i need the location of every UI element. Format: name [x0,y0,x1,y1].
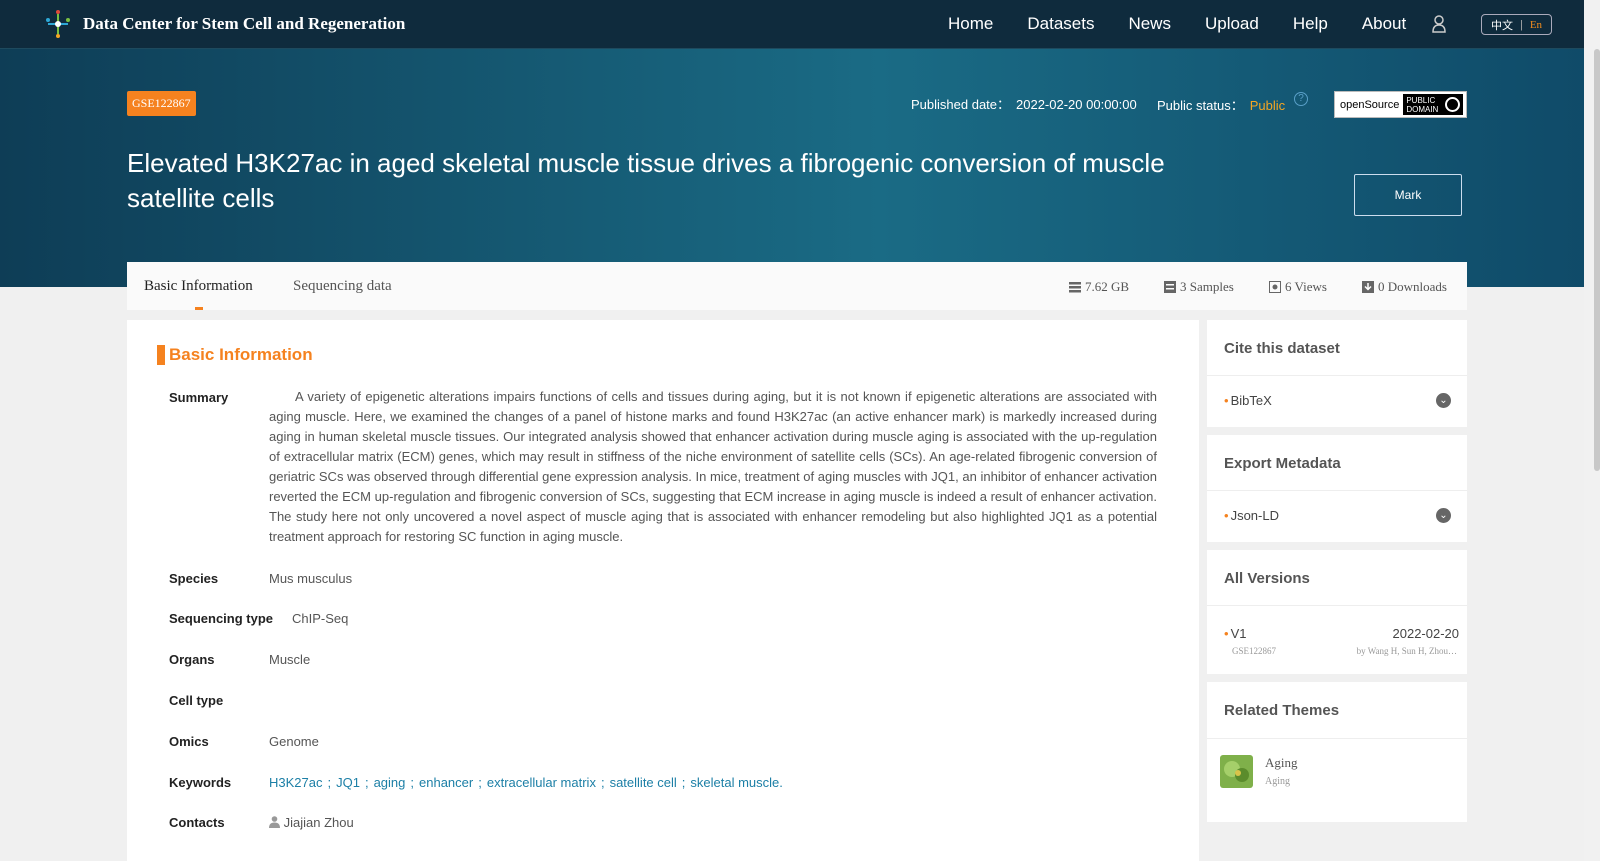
contacts-label: Contacts [169,815,225,830]
user-icon[interactable] [1432,15,1446,33]
help-icon[interactable]: ? [1294,92,1308,106]
published-label: Published date： [911,97,1011,112]
version-name: V1 [1230,626,1247,641]
keyword-link[interactable]: JQ1 [336,775,360,790]
version-accession: GSE122867 [1232,646,1277,656]
lang-separator: | [1519,18,1523,31]
dataset-title: Elevated H3K27ac in aged skeletal muscle… [127,148,1165,213]
lang-en[interactable]: En [1530,19,1542,31]
theme-title[interactable]: Aging [1265,755,1298,771]
version-item[interactable]: • V1 2022-02-20 GSE122867 by Wang H, Sun … [1207,606,1467,672]
species-label: Species [169,571,219,586]
public-domain-icon: PUBLIC DOMAIN [1403,94,1464,115]
chevron-down-icon[interactable]: ⌄ [1436,393,1451,408]
nav-datasets[interactable]: Datasets [1027,14,1094,34]
chevron-down-icon[interactable]: ⌄ [1436,508,1451,523]
public-status: Public status： Public [1157,95,1285,114]
status-label: Public status： [1157,98,1244,113]
keyword-link[interactable]: satellite cell [610,775,677,790]
summary-label: Summary [169,390,229,405]
bibtex-item[interactable]: • BibTeX ⌄ [1207,376,1467,426]
stat-downloads: 0 Downloads [1362,279,1447,295]
related-themes-card: Related Themes Aging Aging [1207,682,1467,822]
nav-about[interactable]: About [1362,14,1406,34]
opensource-label: openSource [1340,98,1400,111]
storage-icon [1069,282,1081,293]
basic-information-panel: Basic Information Summary A variety of e… [127,320,1199,861]
summary-text: A variety of epigenetic alterations impa… [269,389,1157,544]
download-icon [1362,281,1374,293]
site-logo-icon[interactable] [42,8,74,40]
cite-heading: Cite this dataset [1207,320,1467,376]
accession-badge: GSE122867 [127,91,196,116]
contact-value: Jiajian Zhou [269,815,354,830]
mark-button[interactable]: Mark [1354,174,1462,216]
lang-zh[interactable]: 中文 [1491,17,1513,33]
status-value: Public [1249,98,1286,113]
sequencing-type-label: Sequencing type [169,611,274,626]
section-heading: Basic Information [157,345,313,365]
omics-label: Omics [169,734,209,749]
species-value: Mus musculus [269,571,353,586]
export-heading: Export Metadata [1207,435,1467,491]
cell-type-label: Cell type [169,693,224,708]
cite-dataset-card: Cite this dataset • BibTeX ⌄ [1207,320,1467,427]
scrollbar-thumb[interactable] [1594,49,1600,471]
versions-heading: All Versions [1207,550,1467,606]
top-navbar: Data Center for Stem Cell and Regenerati… [0,0,1600,49]
views-icon [1269,281,1281,293]
organs-label: Organs [169,652,215,667]
sequencing-type-value: ChIP-Seq [292,611,349,626]
version-date: 2022-02-20 [1392,626,1460,641]
keyword-link[interactable]: enhancer [419,775,473,790]
themes-heading: Related Themes [1207,682,1467,739]
site-brand[interactable]: Data Center for Stem Cell and Regenerati… [83,14,405,34]
keyword-link[interactable]: aging [374,775,406,790]
language-switcher[interactable]: 中文 | En [1481,14,1552,35]
keyword-link[interactable]: extracellular matrix [487,775,596,790]
nav-home[interactable]: Home [948,14,993,34]
stat-size: 7.62 GB [1069,279,1129,295]
theme-item[interactable]: Aging Aging [1207,739,1467,822]
published-value: 2022-02-20 00:00:00 [1016,97,1137,112]
json-ld-item[interactable]: • Json-LD ⌄ [1207,491,1467,541]
export-metadata-card: Export Metadata • Json-LD ⌄ [1207,435,1467,542]
active-tab-indicator [195,307,203,310]
published-date: Published date： 2022-02-20 00:00:00 [911,94,1137,113]
opensource-license-badge[interactable]: openSource PUBLIC DOMAIN [1334,91,1467,118]
person-icon [269,816,280,828]
keywords-label: Keywords [169,775,232,790]
nav-upload[interactable]: Upload [1205,14,1259,34]
stat-samples: 3 Samples [1164,279,1234,295]
heading-accent-bar [157,345,165,365]
aging-theme-thumbnail[interactable] [1220,755,1253,788]
organs-value: Muscle [269,652,311,667]
keywords-list: H3K27ac; JQ1; aging; enhancer; extracellular… [269,775,783,790]
omics-value: Genome [269,734,319,749]
main-nav: Home Datasets News Upload Help About [948,14,1440,34]
version-authors: by Wang H, Sun H, Zhou… [1356,646,1457,656]
nav-help[interactable]: Help [1293,14,1328,34]
nav-news[interactable]: News [1128,14,1171,34]
all-versions-card: All Versions • V1 2022-02-20 GSE122867 by… [1207,550,1467,674]
tab-bar: Basic Information Sequencing data 7.62 G… [127,262,1467,310]
samples-icon [1164,281,1176,293]
keyword-link[interactable]: skeletal muscle. [690,775,782,790]
keyword-link[interactable]: H3K27ac [269,775,322,790]
stat-views: 6 Views [1269,279,1327,295]
tab-sequencing-data[interactable]: Sequencing data [293,278,392,295]
theme-subtitle: Aging [1265,776,1290,787]
tab-basic-information[interactable]: Basic Information [144,278,253,295]
